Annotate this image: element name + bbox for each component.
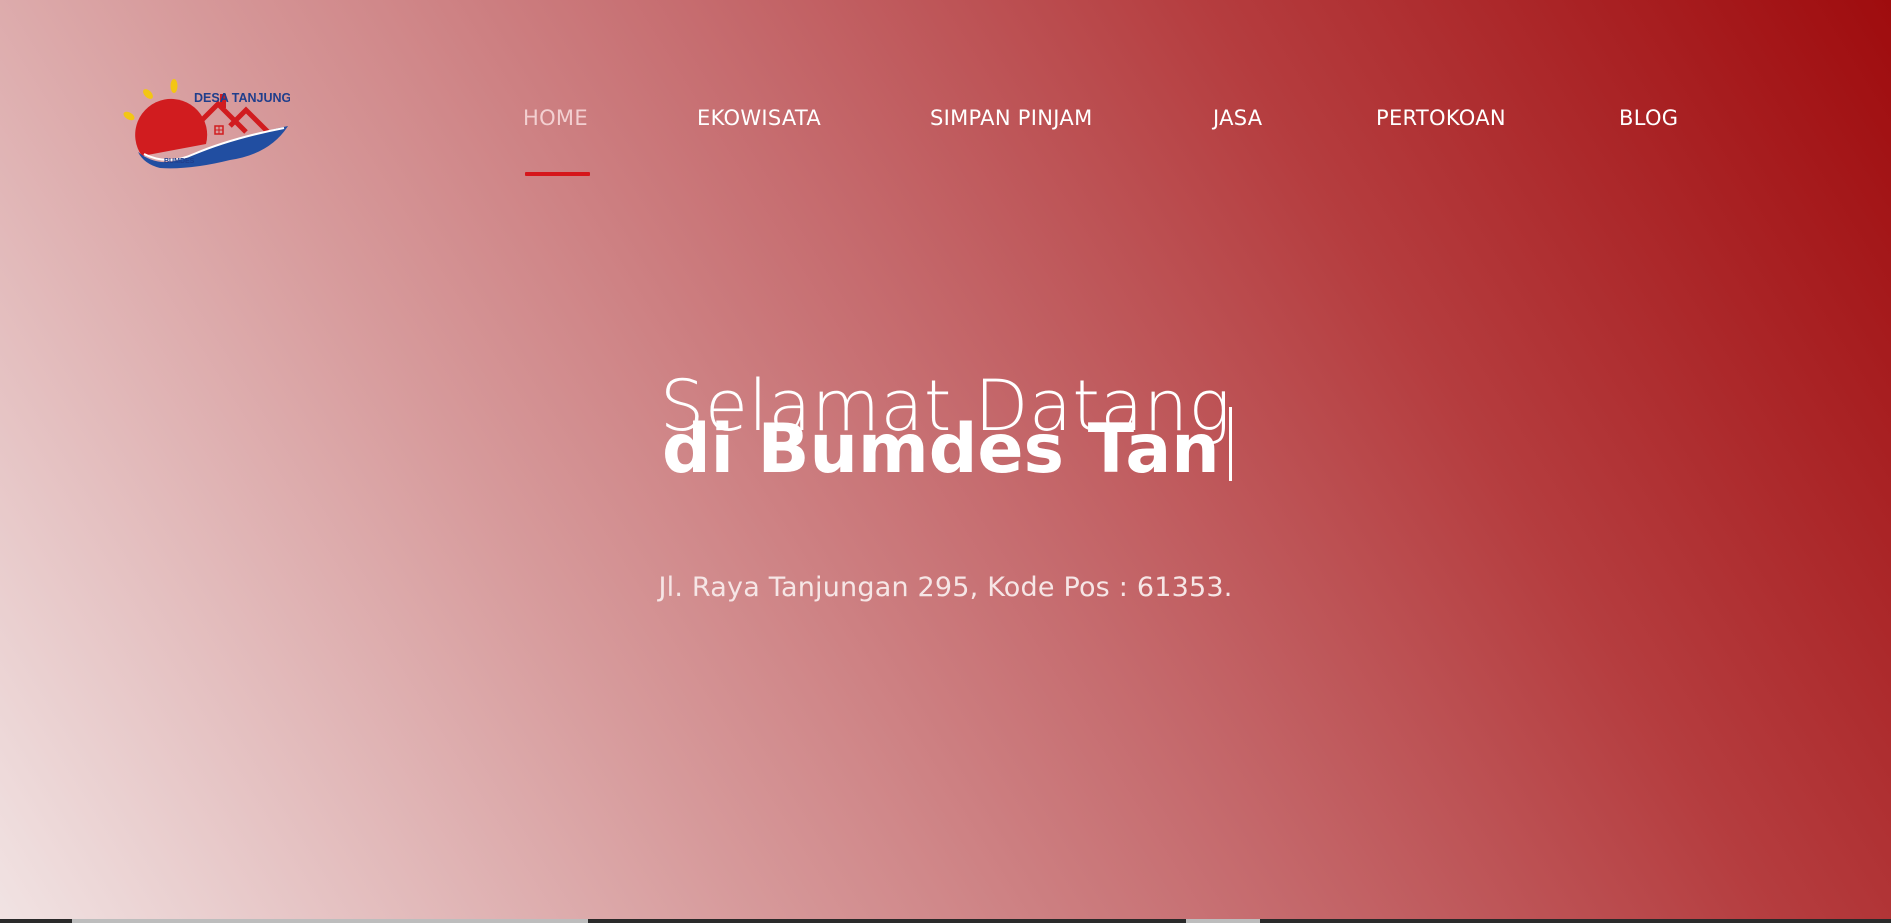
logo-top-text: DESA TANJUNGAN — [194, 91, 290, 105]
hero-section: DESA TANJUNGAN BUMDES HOME EKOWISATA SIM… — [0, 0, 1891, 919]
nav-jasa[interactable]: JASA — [1213, 106, 1262, 130]
bottom-strip — [0, 919, 1891, 923]
strip-segment — [1186, 919, 1260, 923]
nav-pertokoan[interactable]: PERTOKOAN — [1376, 106, 1506, 130]
typing-caret — [1229, 407, 1232, 481]
logo-bottom-text: BUMDES — [164, 158, 195, 165]
main-navigation: HOME EKOWISATA SIMPAN PINJAM JASA PERTOK… — [0, 106, 1891, 146]
nav-blog[interactable]: BLOG — [1619, 106, 1678, 130]
active-nav-indicator — [525, 172, 590, 176]
nav-ekowisata[interactable]: EKOWISATA — [697, 106, 821, 130]
nav-home[interactable]: HOME — [523, 106, 588, 130]
nav-simpan-pinjam[interactable]: SIMPAN PINJAM — [930, 106, 1093, 130]
hero-typed-headline: di Bumdes Tan — [662, 410, 1220, 489]
hero-address: Jl. Raya Tanjungan 295, Kode Pos : 61353… — [658, 572, 1233, 603]
strip-segment — [72, 919, 588, 923]
